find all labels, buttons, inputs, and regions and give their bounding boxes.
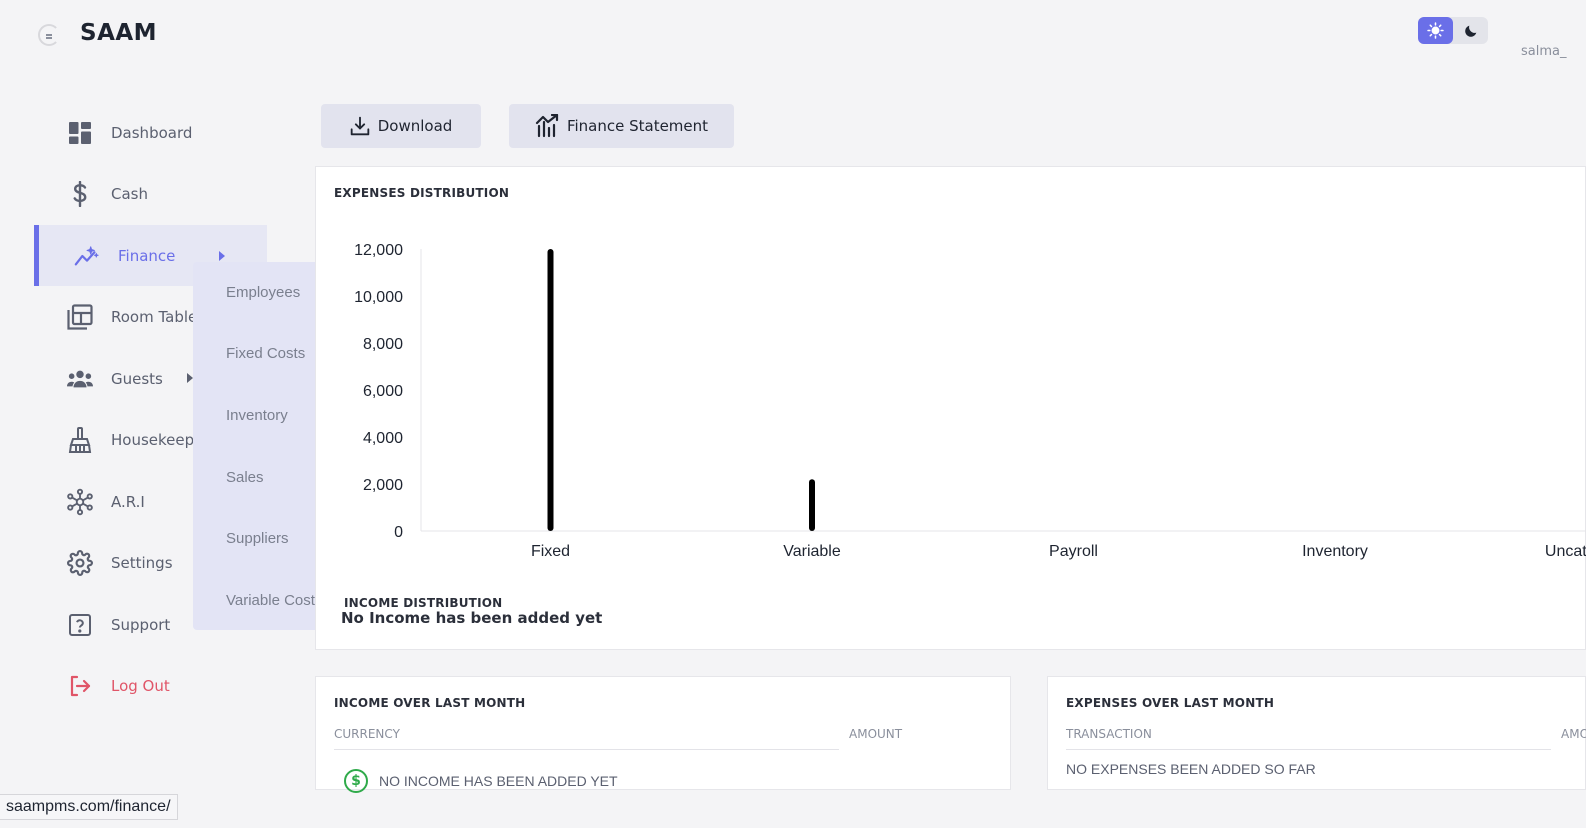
chart-trend-icon <box>535 114 559 138</box>
income-last-month-card: INCOME OVER LAST MONTH CURRENCY AMOUNT $… <box>315 676 1011 793</box>
logo-icon[interactable] <box>38 24 60 46</box>
download-label: Download <box>377 117 453 135</box>
card-title: EXPENSES DISTRIBUTION <box>334 186 510 200</box>
expenses-last-month-card: EXPENSES OVER LAST MONTH TRANSACTION AMO… <box>1047 676 1586 790</box>
brand-name[interactable]: SAAM <box>80 20 157 46</box>
sidebar-item-label: Dashboard <box>111 123 193 142</box>
sidebar-item-label: Support <box>111 615 171 634</box>
column-header-amount: AMOUNT <box>849 727 903 741</box>
sidebar-item-label: Room Table <box>111 307 198 326</box>
income-empty-message: NO INCOME HAS BEEN ADDED YET <box>379 773 618 789</box>
sidebar-item-label: Settings <box>111 553 173 572</box>
income-distribution-title: INCOME DISTRIBUTION <box>344 596 503 610</box>
x-tick-label: Uncategorized <box>1545 543 1586 560</box>
dashboard-icon <box>67 120 93 146</box>
logout-icon <box>67 673 93 699</box>
sun-icon <box>1427 22 1444 39</box>
submenu-item-employees[interactable]: Employees <box>226 284 300 301</box>
submenu-item-suppliers[interactable]: Suppliers <box>226 530 289 547</box>
column-header-transaction: TRANSACTION <box>1066 727 1152 741</box>
submenu-item-fixed-costs[interactable]: Fixed Costs <box>226 345 305 362</box>
gear-icon <box>67 550 93 576</box>
expenses-empty-message: NO EXPENSES BEEN ADDED SO FAR <box>1066 761 1316 777</box>
x-tick-label: Fixed <box>531 543 570 560</box>
y-tick-label: 8,000 <box>363 336 403 353</box>
light-mode-button[interactable] <box>1418 17 1453 44</box>
x-tick-label: Inventory <box>1302 543 1368 560</box>
x-tick-label: Payroll <box>1049 543 1098 560</box>
broom-icon <box>67 427 93 453</box>
sidebar-item-label: Guests <box>111 369 163 388</box>
finance-statement-button[interactable]: Finance Statement <box>509 104 734 148</box>
column-header-amount: AMOUNT <box>1561 727 1586 741</box>
sidebar-item-label: A.R.I <box>111 492 145 511</box>
status-bar-url: saampms.com/finance/ <box>0 794 178 820</box>
submenu-item-sales[interactable]: Sales <box>226 469 264 486</box>
dollar-icon <box>67 181 93 207</box>
dark-mode-button[interactable] <box>1453 17 1488 44</box>
submenu-item-variable-costs[interactable]: Variable Costs <box>226 592 322 609</box>
users-icon <box>67 366 93 392</box>
moon-icon <box>1464 25 1476 37</box>
y-tick-label: 12,000 <box>354 242 403 259</box>
sidebar-item-label: Finance <box>118 246 176 265</box>
username[interactable]: salma_ <box>1521 44 1586 59</box>
table-divider <box>1066 749 1551 750</box>
y-tick-label: 10,000 <box>354 289 403 306</box>
network-icon <box>67 488 93 516</box>
theme-toggle[interactable] <box>1418 17 1488 44</box>
help-icon <box>67 612 93 638</box>
table-icon <box>67 304 93 330</box>
y-tick-label: 2,000 <box>363 477 403 494</box>
download-button[interactable]: Download <box>321 104 481 148</box>
y-tick-label: 4,000 <box>363 430 403 447</box>
sidebar-item-label: Log Out <box>111 676 170 695</box>
expenses-distribution-card: EXPENSES DISTRIBUTION 0 2,000 4,000 6,000 8,… <box>315 166 1586 650</box>
sidebar-item-logout[interactable]: Log Out <box>34 655 267 716</box>
table-divider <box>334 749 839 750</box>
finance-statement-label: Finance Statement <box>566 117 709 135</box>
column-header-currency: CURRENCY <box>334 727 400 741</box>
x-tick-label: Variable <box>783 543 841 560</box>
trend-icon <box>74 243 100 269</box>
income-distribution-empty: No Income has been added yet <box>341 609 603 627</box>
expenses-bar-chart: 0 2,000 4,000 6,000 8,000 10,000 12,000 Fixed Va… <box>354 242 1586 560</box>
card-title: INCOME OVER LAST MONTH <box>334 696 526 710</box>
sidebar-item-cash[interactable]: Cash <box>34 163 267 224</box>
sidebar-item-label: Cash <box>111 184 148 203</box>
y-tick-label: 6,000 <box>363 383 403 400</box>
y-tick-label: 0 <box>394 524 403 541</box>
sidebar-item-dashboard[interactable]: Dashboard <box>34 102 267 163</box>
card-title: EXPENSES OVER LAST MONTH <box>1066 696 1275 710</box>
download-icon <box>350 116 369 136</box>
submenu-item-inventory[interactable]: Inventory <box>226 407 288 424</box>
caret-right-icon <box>219 251 225 261</box>
dollar-circle-icon: $ <box>344 769 368 793</box>
